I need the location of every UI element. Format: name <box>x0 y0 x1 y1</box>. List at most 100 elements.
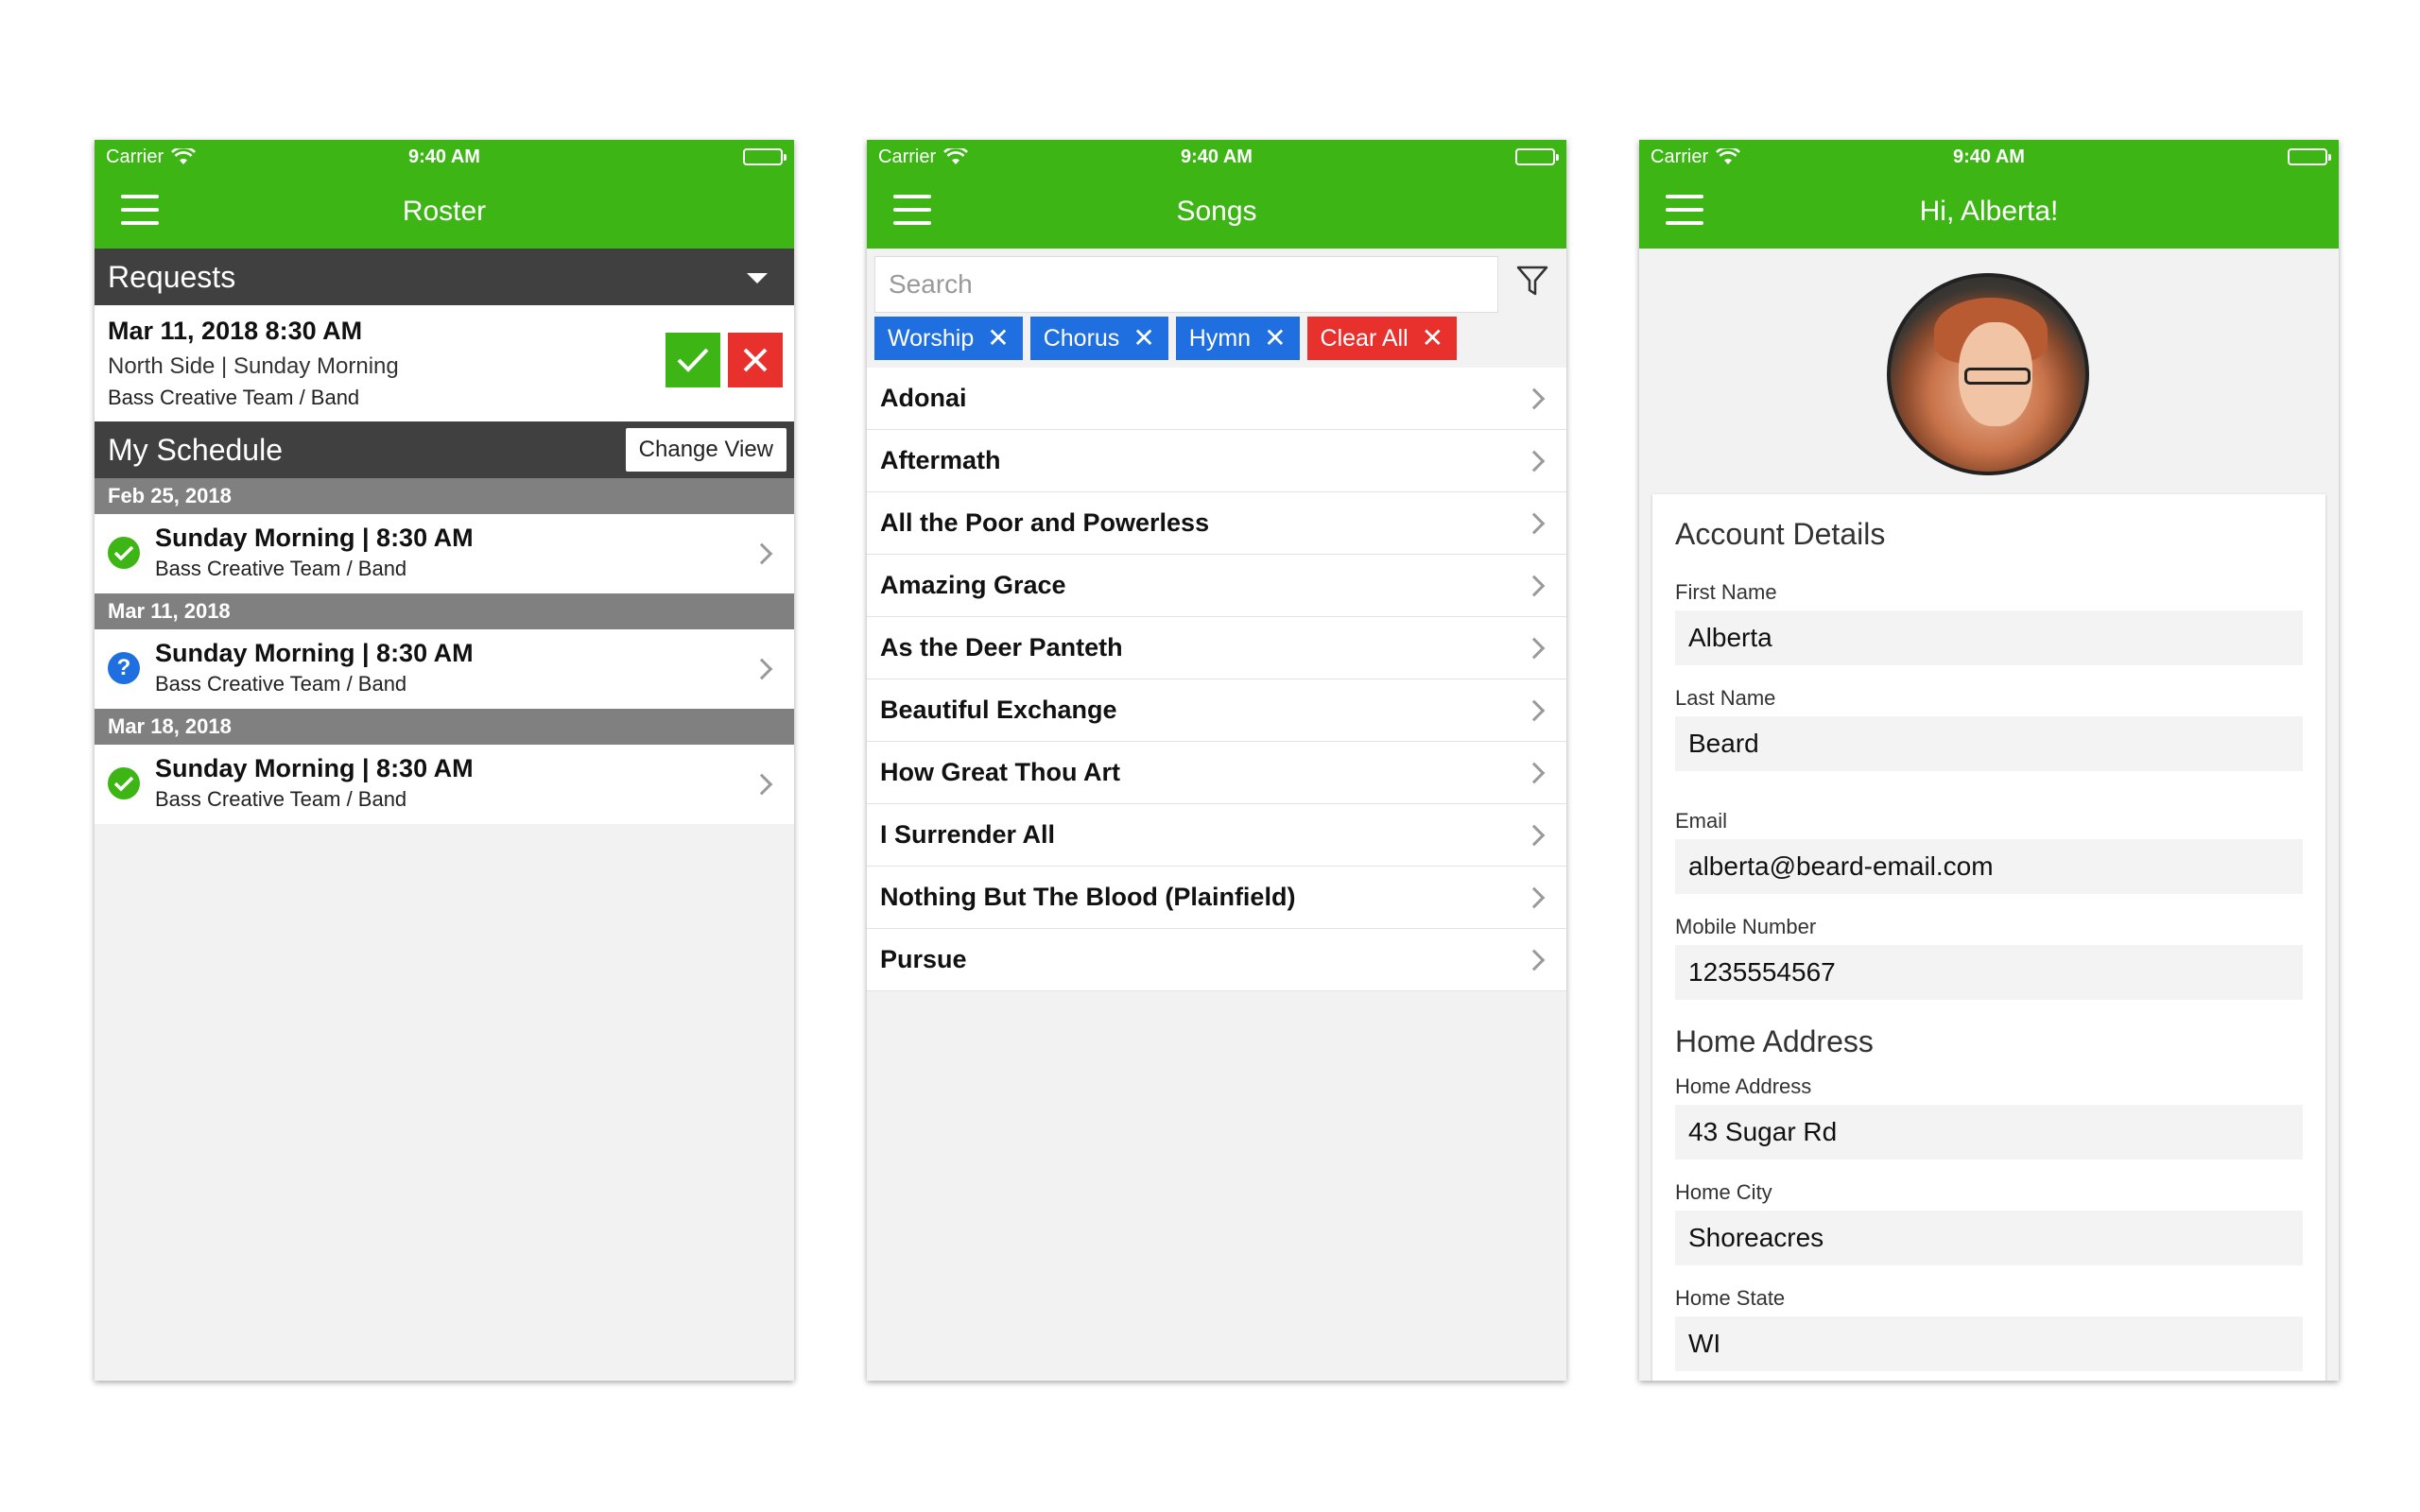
chip-label: Clear All <box>1320 324 1409 352</box>
chevron-right-icon <box>1523 575 1546 596</box>
profile-screen: Carrier 9:40 AM Hi, Alberta! Account Det… <box>1639 140 2339 1381</box>
chevron-right-icon <box>1523 637 1546 659</box>
schedule-team: Bass Creative Team / Band <box>155 557 407 580</box>
filter-chip-hymn[interactable]: Hymn ✕ <box>1175 317 1300 360</box>
schedule-item[interactable]: ? Sunday Morning | 8:30 AM Bass Creative… <box>95 629 794 709</box>
status-time: 9:40 AM <box>1181 146 1253 167</box>
list-item[interactable]: Pursue <box>867 929 1566 991</box>
request-team: Bass Creative Team / Band <box>108 386 360 409</box>
schedule-item[interactable]: Sunday Morning | 8:30 AM Bass Creative T… <box>95 745 794 824</box>
date-header: Mar 11, 2018 <box>95 593 794 629</box>
list-item[interactable]: As the Deer Panteth <box>867 617 1566 679</box>
app-bar: Carrier 9:40 AM Roster <box>95 140 794 249</box>
list-item[interactable]: I Surrender All <box>867 804 1566 867</box>
search-input[interactable] <box>874 256 1498 313</box>
home-state-field[interactable]: WI <box>1675 1316 2303 1371</box>
requests-header[interactable]: Requests <box>95 249 794 305</box>
song-title: How Great Thou Art <box>880 758 1120 786</box>
schedule-team: Bass Creative Team / Band <box>155 672 407 696</box>
chevron-right-icon <box>1523 450 1546 472</box>
check-icon <box>677 348 709 372</box>
nav-row: Roster <box>95 174 794 249</box>
chevron-right-icon <box>1523 699 1546 721</box>
clear-all-button[interactable]: Clear All ✕ <box>1306 317 1458 360</box>
accept-request-button[interactable] <box>666 333 720 387</box>
list-item[interactable]: Amazing Grace <box>867 555 1566 617</box>
song-title: As the Deer Panteth <box>880 633 1123 662</box>
filter-chips: Worship ✕ Chorus ✕ Hymn ✕ Clear All ✕ <box>867 317 1566 368</box>
confirmed-check-icon <box>108 767 140 799</box>
menu-icon[interactable] <box>121 195 159 225</box>
chevron-right-icon <box>1523 886 1546 908</box>
list-item[interactable]: Nothing But The Blood (Plainfield) <box>867 867 1566 929</box>
page-title: Roster <box>402 195 487 227</box>
home-address-heading: Home Address <box>1675 1024 1874 1058</box>
my-schedule-label: My Schedule <box>108 432 283 467</box>
song-title: Amazing Grace <box>880 571 1066 599</box>
request-card: Mar 11, 2018 8:30 AM North Side | Sunday… <box>95 305 794 421</box>
list-item[interactable]: All the Poor and Powerless <box>867 492 1566 555</box>
close-icon[interactable]: ✕ <box>987 325 1009 352</box>
carrier-label: Carrier <box>1651 146 1709 167</box>
menu-icon[interactable] <box>1666 195 1703 225</box>
list-item[interactable]: Beautiful Exchange <box>867 679 1566 742</box>
song-list: Adonai Aftermath All the Poor and Powerl… <box>867 368 1566 991</box>
status-carrier: Carrier <box>878 146 969 168</box>
last-name-field[interactable]: Beard <box>1675 716 2303 771</box>
song-title: Beautiful Exchange <box>880 696 1117 724</box>
song-title: Nothing But The Blood (Plainfield) <box>880 883 1296 911</box>
chevron-right-icon <box>1523 512 1546 534</box>
song-title: Aftermath <box>880 446 1001 474</box>
song-title: I Surrender All <box>880 820 1056 849</box>
schedule-team: Bass Creative Team / Band <box>155 787 407 811</box>
account-details-heading: Account Details <box>1675 517 1886 551</box>
filter-icon[interactable] <box>1515 264 1549 298</box>
schedule-title: Sunday Morning | 8:30 AM <box>155 524 474 552</box>
close-icon[interactable]: ✕ <box>1264 325 1286 352</box>
caret-down-icon[interactable] <box>747 273 768 284</box>
song-title: All the Poor and Powerless <box>880 508 1210 537</box>
status-time: 9:40 AM <box>408 146 480 167</box>
confirmed-check-icon <box>108 537 140 569</box>
change-view-button[interactable]: Change View <box>625 428 786 472</box>
roster-screen: Carrier 9:40 AM Roster Requests Mar 11, … <box>95 140 794 1381</box>
filter-chip-worship[interactable]: Worship ✕ <box>874 317 1023 360</box>
schedule-title: Sunday Morning | 8:30 AM <box>155 639 474 667</box>
status-bar: Carrier 9:40 AM <box>1639 140 2339 174</box>
nav-row: Songs <box>867 174 1566 249</box>
status-carrier: Carrier <box>1651 146 1741 168</box>
mobile-number-field[interactable]: 1235554567 <box>1675 945 2303 1000</box>
chevron-right-icon <box>1523 387 1546 409</box>
menu-icon[interactable] <box>893 195 931 225</box>
date-header: Feb 25, 2018 <box>95 478 794 514</box>
carrier-label: Carrier <box>878 146 937 167</box>
avatar[interactable] <box>1887 273 2089 475</box>
schedule-item[interactable]: Sunday Morning | 8:30 AM Bass Creative T… <box>95 514 794 593</box>
status-time: 9:40 AM <box>1953 146 2025 167</box>
email-field[interactable]: alberta@beard-email.com <box>1675 839 2303 894</box>
filter-chip-chorus[interactable]: Chorus ✕ <box>1029 317 1168 360</box>
requests-header-label: Requests <box>108 259 236 294</box>
chip-label: Worship <box>888 324 975 352</box>
date-header: Mar 18, 2018 <box>95 709 794 745</box>
battery-icon <box>1515 148 1559 165</box>
list-item[interactable]: Aftermath <box>867 430 1566 492</box>
chevron-right-icon <box>1523 824 1546 846</box>
song-title: Adonai <box>880 384 967 412</box>
songs-screen: Carrier 9:40 AM Songs Worship ✕ Chorus ✕… <box>867 140 1566 1381</box>
chip-label: Chorus <box>1043 324 1120 352</box>
wifi-icon <box>171 148 197 164</box>
avatar-area <box>1639 249 2339 494</box>
home-city-label: Home City <box>1675 1180 1772 1204</box>
decline-request-button[interactable] <box>728 333 783 387</box>
home-city-field[interactable]: Shoreacres <box>1675 1211 2303 1265</box>
first-name-field[interactable]: Alberta <box>1675 610 2303 665</box>
close-icon[interactable]: ✕ <box>1422 325 1443 352</box>
page-title: Hi, Alberta! <box>1919 195 2059 227</box>
list-item[interactable]: Adonai <box>867 368 1566 430</box>
search-row <box>867 249 1566 317</box>
home-address-field[interactable]: 43 Sugar Rd <box>1675 1105 2303 1160</box>
list-item[interactable]: How Great Thou Art <box>867 742 1566 804</box>
status-bar: Carrier 9:40 AM <box>867 140 1566 174</box>
close-icon[interactable]: ✕ <box>1132 325 1154 352</box>
